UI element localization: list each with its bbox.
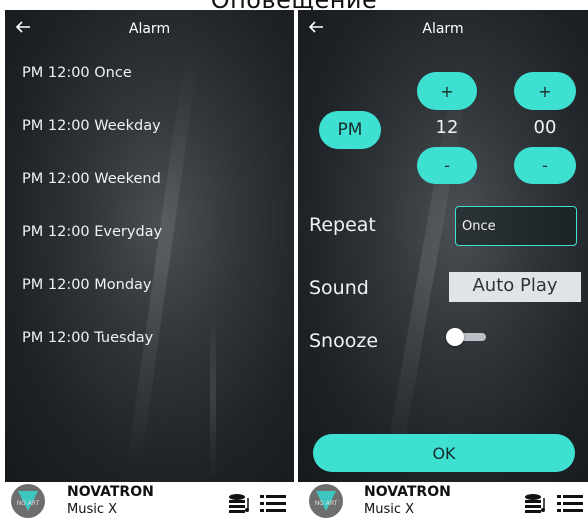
minute-increment-button[interactable]: + [514, 72, 576, 110]
app-root: Оповещение Alarm PM 12:00 Once PM 12:00 … [0, 0, 588, 520]
page-title: Alarm [128, 21, 171, 37]
brand-logo: NO ART [309, 484, 343, 518]
alarm-list-screen: Alarm PM 12:00 Once PM 12:00 Weekday PM … [5, 10, 294, 482]
brand-subtitle: Music X [364, 502, 415, 517]
alarm-edit-screen: Alarm + + PM 12 00 - - Repeat Once Sound… [298, 10, 588, 482]
footer-bar: NO ART NOVATRON Music X [298, 483, 588, 520]
hour-value: 12 [435, 117, 459, 138]
app-bar: Alarm [298, 10, 588, 50]
alarm-item[interactable]: PM 12:00 Tuesday [5, 315, 294, 368]
music-library-icon[interactable] [524, 492, 550, 514]
logo-text: NO ART [17, 500, 40, 507]
minute-value: 00 [533, 117, 557, 138]
list-menu-icon[interactable] [260, 492, 286, 514]
alarm-item[interactable]: PM 12:00 Weekend [5, 156, 294, 209]
brand-title: NOVATRON [67, 484, 154, 500]
brand-subtitle: Music X [67, 502, 118, 517]
ampm-toggle-button[interactable]: PM [319, 111, 381, 149]
alarm-item[interactable]: PM 12:00 Monday [5, 262, 294, 315]
alarm-item[interactable]: PM 12:00 Everyday [5, 209, 294, 262]
sound-label: Sound [309, 277, 369, 299]
footer-bar: NO ART NOVATRON Music X [0, 483, 294, 520]
alarm-list: PM 12:00 Once PM 12:00 Weekday PM 12:00 … [5, 50, 294, 368]
page-title: Alarm [422, 21, 464, 37]
alarm-item[interactable]: PM 12:00 Once [5, 50, 294, 103]
hour-decrement-button[interactable]: - [417, 147, 477, 184]
app-bar: Alarm [5, 10, 294, 50]
brand-title: NOVATRON [364, 484, 451, 500]
snooze-label: Snooze [309, 330, 379, 352]
list-menu-icon[interactable] [557, 492, 583, 514]
repeat-label: Repeat [309, 214, 376, 236]
repeat-field[interactable]: Once [455, 206, 577, 246]
music-library-icon[interactable] [228, 492, 254, 514]
minute-decrement-button[interactable]: - [514, 147, 576, 184]
toggle-knob [446, 328, 464, 346]
brand-logo: NO ART [11, 484, 45, 518]
sound-selector[interactable]: Auto Play [449, 272, 581, 302]
hour-increment-button[interactable]: + [417, 72, 477, 110]
alarm-item[interactable]: PM 12:00 Weekday [5, 103, 294, 156]
snooze-toggle[interactable] [446, 328, 488, 346]
ok-button[interactable]: OK [313, 434, 575, 472]
logo-text: NO ART [315, 500, 338, 507]
